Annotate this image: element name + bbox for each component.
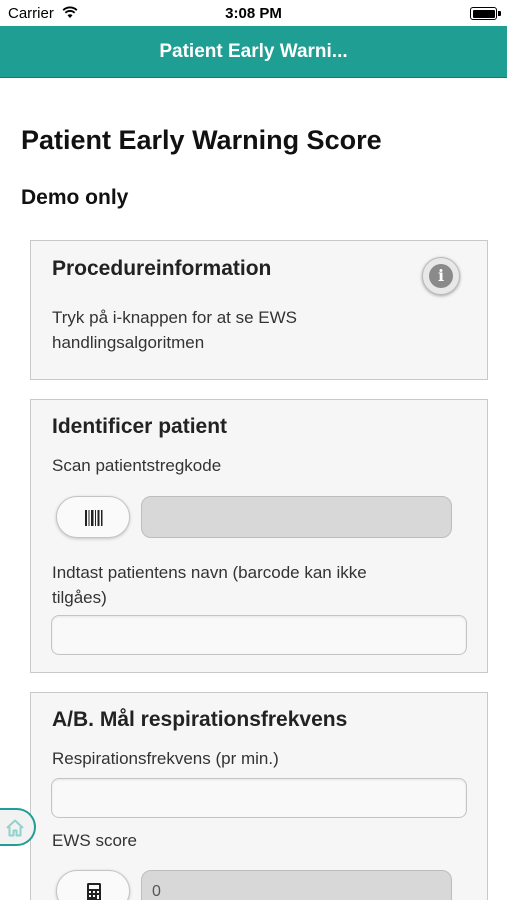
respiration-rate-input[interactable] (51, 778, 467, 818)
procedure-info-title: Procedureinformation (52, 257, 272, 280)
page-content[interactable]: Patient Early Warning Score Demo only Pr… (0, 78, 507, 900)
respiration-rate-label: Respirationsfrekvens (pr min.) (52, 749, 279, 768)
procedure-info-text-line2: handlingsalgoritmen (52, 333, 205, 352)
calculator-icon (87, 883, 101, 900)
calculate-button[interactable] (56, 870, 130, 900)
barcode-field (141, 496, 452, 538)
home-icon (6, 819, 24, 837)
ews-score-field: 0 (141, 870, 452, 900)
identify-patient-title: Identificer patient (52, 415, 228, 438)
nav-bar: Patient Early Warni... (0, 26, 507, 78)
status-time: 3:08 PM (225, 5, 282, 22)
ews-score-label: EWS score (52, 831, 138, 850)
patient-name-label-line1: Indtast patientens navn (barcode kan ikk… (52, 563, 367, 582)
patient-name-label-line2: tilgåes) (52, 588, 107, 607)
nav-title: Patient Early Warni... (159, 41, 348, 62)
respiration-title: A/B. Mål respirationsfrekvens (52, 708, 348, 731)
info-icon: i (429, 264, 453, 288)
patient-name-input[interactable] (51, 615, 467, 655)
scan-barcode-label: Scan patientstregkode (52, 456, 222, 475)
page-subtitle: Demo only (21, 186, 129, 209)
respiration-card: A/B. Mål respirationsfrekvens Respiratio… (30, 692, 488, 900)
barcode-icon (85, 510, 103, 526)
info-button[interactable]: i (422, 257, 460, 295)
procedure-info-card: Procedureinformation i Tryk på i-knappen… (30, 240, 488, 380)
battery-icon (470, 7, 501, 20)
status-bar: Carrier 3:08 PM (0, 0, 507, 26)
page-title: Patient Early Warning Score (21, 125, 382, 155)
procedure-info-text-line1: Tryk på i-knappen for at se EWS (52, 308, 298, 327)
scan-barcode-button[interactable] (56, 496, 130, 538)
identify-patient-card: Identificer patient Scan patientstregkod… (30, 399, 488, 673)
